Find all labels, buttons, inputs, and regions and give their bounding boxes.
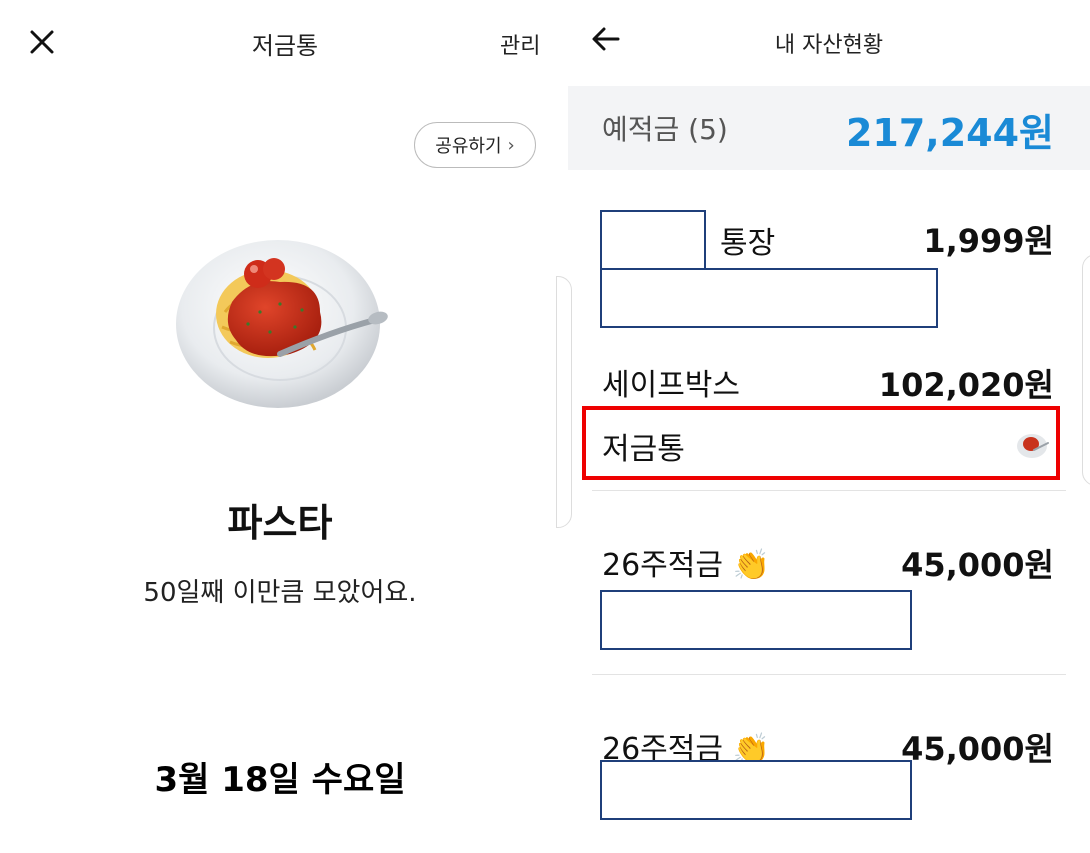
section-divider	[592, 674, 1066, 675]
next-card-edge	[1082, 254, 1090, 486]
account-value-26week-2: 45,000원	[901, 730, 1054, 768]
share-label: 공유하기	[435, 136, 502, 157]
account-label-26week-1: 26주적금 👏	[602, 540, 770, 584]
account-value-bankbook: 1,999원	[923, 222, 1054, 260]
assets-panel: 내 자산현황 예적금 (5) 217,244원 통장 1,999원 세이프박스 …	[556, 0, 1090, 853]
deposit-summary-label: 예적금 (5)	[602, 113, 728, 146]
prev-card-edge	[556, 276, 572, 528]
redacted-name-box	[600, 210, 706, 270]
page-title: 저금통	[251, 32, 319, 60]
account-label-piggybank: 저금통	[602, 432, 685, 467]
page-title: 내 자산현황	[774, 33, 884, 58]
chevron-right-icon: ›	[507, 134, 515, 156]
redacted-account-number	[600, 760, 912, 820]
account-label-bankbook: 통장	[720, 226, 776, 261]
deposit-summary-total: 217,244원	[845, 111, 1054, 155]
section-divider	[592, 490, 1066, 491]
account-label-text: 26주적금	[602, 548, 723, 583]
piggybank-panel: 저금통 관리 공유하기 › 파스타 50일째 이만큼 모았어요. 3월 18일 …	[0, 0, 560, 853]
manage-button[interactable]: 관리	[500, 28, 540, 60]
savings-days-text: 50일째 이만큼 모았어요.	[143, 578, 417, 608]
redacted-account-number	[600, 590, 912, 650]
account-label-safebox: 세이프박스	[602, 368, 740, 403]
share-button[interactable]: 공유하기 ›	[414, 122, 536, 168]
deposit-summary-bar[interactable]: 예적금 (5) 217,244원	[568, 86, 1090, 170]
account-value-safebox: 102,020원	[878, 366, 1054, 404]
redacted-account-number	[600, 268, 938, 328]
clapping-hands-icon: 👏	[722, 548, 770, 583]
account-value-26week-1: 45,000원	[901, 546, 1054, 584]
pasta-illustration	[176, 240, 388, 408]
piggybank-item-name: 파스타	[227, 501, 333, 545]
date-label: 3월 18일 수요일	[154, 760, 406, 800]
pasta-icon	[1017, 434, 1049, 458]
